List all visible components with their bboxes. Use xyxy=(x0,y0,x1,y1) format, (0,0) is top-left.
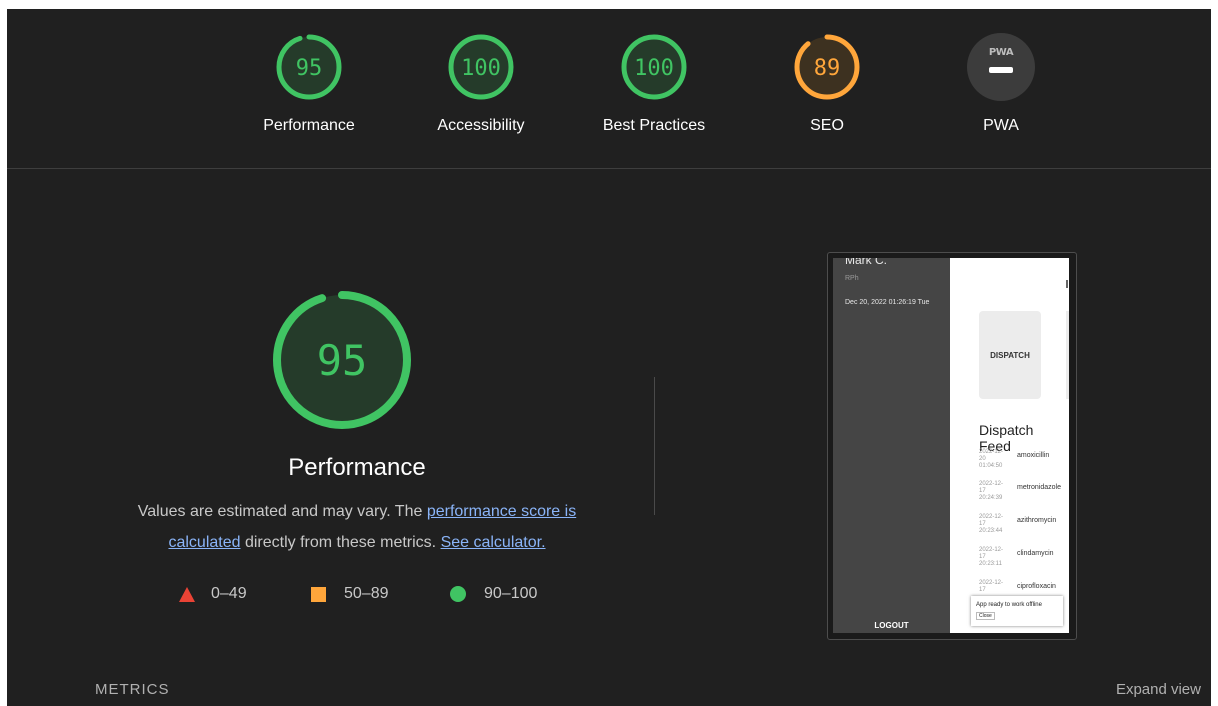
gauge-best-practices-ring: 100 xyxy=(621,34,687,100)
gauge-accessibility-ring: 100 xyxy=(448,34,514,100)
legend-average-range: 50–89 xyxy=(344,585,389,602)
report-frame: 95 Performance 100 Accessibility 100 Bes… xyxy=(7,9,1211,706)
screenshot-user-name: Mark C. xyxy=(845,258,887,267)
gauge-seo-ring: 89 xyxy=(794,34,860,100)
gauge-best-practices[interactable]: 100 Best Practices xyxy=(574,31,734,135)
row-time: 2022-12-20 01:04:50 xyxy=(979,449,1004,469)
screenshot-logout: LOGOUT xyxy=(874,621,909,630)
legend-fail-range: 0–49 xyxy=(211,585,247,602)
gauge-performance[interactable]: 95 Performance xyxy=(229,31,389,135)
gauge-seo-label: SEO xyxy=(810,117,844,134)
screenshot-offline-toast: App ready to work offline Close xyxy=(971,596,1063,626)
desc-middle: directly from these metrics. xyxy=(240,534,441,551)
performance-description: Values are estimated and may vary. The p… xyxy=(107,496,607,558)
gauge-accessibility[interactable]: 100 Accessibility xyxy=(401,31,561,135)
row-time: 2022-12-17 20:23:44 xyxy=(979,514,1004,534)
average-square-icon xyxy=(311,586,326,602)
performance-main-ring: 95 xyxy=(273,291,411,429)
final-screenshot[interactable]: Mark C. RPh Dec 20, 2022 01:26:19 Tue LO… xyxy=(827,252,1077,640)
row-time: 2022-12-17 20:24:39 xyxy=(979,481,1004,501)
legend-pass: 90–100 xyxy=(450,585,537,603)
gauge-pwa-label: PWA xyxy=(983,117,1019,134)
section-divider xyxy=(654,377,655,515)
screenshot-sidebar: Mark C. RPh Dec 20, 2022 01:26:19 Tue LO… xyxy=(833,258,950,633)
performance-main-gauge: 95 xyxy=(271,289,441,436)
screenshot-dispatch-label: DISPATCH xyxy=(990,351,1030,360)
row-time: 2022-12-17 xyxy=(979,580,1004,593)
legend-pass-range: 90–100 xyxy=(484,585,538,602)
gauge-best-practices-label: Best Practices xyxy=(602,117,706,134)
row-drug: amoxicillin xyxy=(1017,452,1050,459)
screenshot-dispatch-card: DISPATCH xyxy=(979,311,1041,399)
row-time: 2022-12-17 20:23:11 xyxy=(979,547,1004,567)
legend-average: 50–89 xyxy=(311,585,389,603)
row-drug: ciprofloxacin xyxy=(1017,583,1056,590)
row-drug: azithromycin xyxy=(1017,517,1057,524)
legend-fail: 0–49 xyxy=(179,585,247,603)
performance-title: Performance xyxy=(288,454,426,481)
fail-triangle-icon xyxy=(179,586,195,602)
screenshot-datetime: Dec 20, 2022 01:26:19 Tue xyxy=(845,299,930,306)
see-calculator-link[interactable]: See calculator. xyxy=(441,534,546,551)
screenshot-user-role: RPh xyxy=(845,275,859,282)
toast-close: Close xyxy=(976,612,995,620)
performance-main-score: 95 xyxy=(317,336,368,385)
gauge-performance-label: Performance xyxy=(263,117,355,134)
gauge-seo-score: 89 xyxy=(814,56,841,81)
gauge-accessibility-score: 100 xyxy=(461,56,501,81)
pwa-badge-text: PWA xyxy=(989,47,1014,58)
header-divider xyxy=(7,168,1211,169)
row-drug: clindamycin xyxy=(1017,550,1054,557)
toast-text: App ready to work offline xyxy=(976,602,1042,608)
gauge-best-practices-score: 100 xyxy=(634,56,674,81)
gauge-seo[interactable]: 89 SEO xyxy=(747,31,907,135)
screenshot-scroll-marker xyxy=(1066,280,1068,288)
expand-view-link[interactable]: Expand view xyxy=(1116,681,1201,698)
screenshot-next-card xyxy=(1066,311,1069,399)
gauge-performance-score: 95 xyxy=(296,56,323,81)
metrics-heading: METRICS xyxy=(95,681,170,698)
pass-circle-icon xyxy=(450,586,466,602)
category-gauges: 95 Performance 100 Accessibility 100 Bes… xyxy=(7,9,1211,169)
gauge-performance-ring: 95 xyxy=(276,34,342,100)
row-drug: metronidazole xyxy=(1017,484,1061,491)
pwa-badge-icon: PWA xyxy=(967,33,1035,101)
gauge-accessibility-label: Accessibility xyxy=(437,117,525,134)
desc-prefix: Values are estimated and may vary. The xyxy=(137,503,427,520)
screenshot-content: Mark C. RPh Dec 20, 2022 01:26:19 Tue LO… xyxy=(833,258,1069,633)
gauge-pwa[interactable]: PWA PWA xyxy=(921,31,1081,135)
